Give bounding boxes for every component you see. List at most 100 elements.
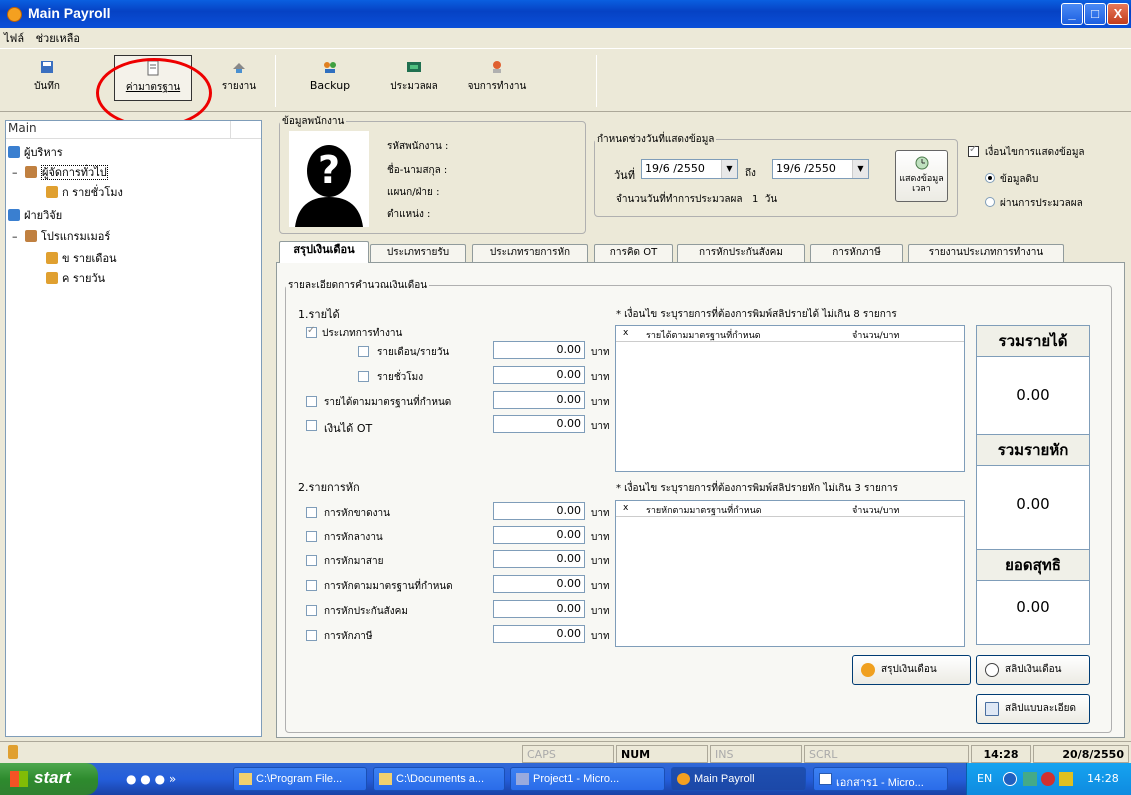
security-icon[interactable] — [1041, 772, 1055, 786]
save-button[interactable]: บันทึก — [22, 59, 72, 107]
save-icon — [41, 61, 53, 73]
ot-income-amount[interactable]: 0.00 — [493, 415, 585, 433]
social-amount[interactable]: 0.00 — [493, 600, 585, 618]
save-label: บันทึก — [34, 81, 60, 92]
total-income-header: รวมรายได้ — [976, 325, 1090, 357]
show-time-button[interactable]: แสดงข้อมูลเวลา — [895, 150, 948, 202]
tab-deduction-type[interactable]: ประเภทรายการหัก — [472, 244, 588, 262]
task-label: Project1 - Micro... — [533, 773, 620, 785]
ot-income-checkbox[interactable] — [306, 420, 317, 431]
network-icon[interactable] — [1023, 772, 1037, 786]
start-button[interactable]: start — [0, 763, 98, 795]
condition-checkbox[interactable] — [968, 144, 979, 157]
menu-file[interactable]: ไฟล์ — [0, 28, 28, 48]
group-icon — [8, 146, 20, 158]
to-date-combo[interactable]: 19/6 /2550 ▼ — [772, 159, 869, 179]
unit-label: บาท — [591, 347, 610, 358]
absent-checkbox[interactable] — [306, 507, 317, 518]
absent-amount[interactable]: 0.00 — [493, 502, 585, 520]
slip-button[interactable]: สลิปเงินเดือน — [976, 655, 1090, 685]
to-label: ถึง — [745, 168, 756, 179]
tree-item-monthly[interactable]: ข รายเดือน — [46, 249, 117, 265]
task-project1[interactable]: Project1 - Micro... — [510, 767, 665, 791]
minimize-button[interactable]: _ — [1061, 3, 1083, 25]
col-amount: จำนวน/บาท — [852, 331, 900, 341]
leave-amount[interactable]: 0.00 — [493, 526, 585, 544]
tree-item-research[interactable]: ฝ่ายวิจัย — [8, 206, 62, 222]
maximize-button[interactable]: □ — [1084, 3, 1106, 25]
tab-salary-summary[interactable]: สรุปเงินเดือน — [279, 241, 369, 263]
employee-id-label: รหัสพนักงาน : — [387, 141, 449, 152]
title-bar: Main Payroll _ □ X — [0, 0, 1131, 28]
work-type-checkbox[interactable] — [306, 325, 317, 338]
raw-data-radio[interactable] — [985, 173, 995, 183]
hourly-checkbox[interactable] — [358, 371, 369, 382]
collapse-icon[interactable]: – — [12, 230, 21, 243]
social-checkbox[interactable] — [306, 605, 317, 616]
tree-item-executive[interactable]: ผู้บริหาร — [8, 143, 63, 159]
num-indicator: NUM — [616, 745, 708, 763]
scrl-indicator: SCRL — [804, 745, 969, 763]
late-amount[interactable]: 0.00 — [493, 550, 585, 568]
tab-work-type-report[interactable]: รายงานประเภทการทำงาน — [908, 244, 1064, 262]
tray-arrow-icon[interactable] — [1003, 772, 1017, 786]
tab-ot[interactable]: การคิด OT — [594, 244, 673, 262]
slip-label: สลิปเงินเดือน — [1005, 664, 1062, 675]
late-checkbox[interactable] — [306, 555, 317, 566]
report-label: รายงาน — [221, 81, 257, 92]
monthly-daily-checkbox[interactable] — [358, 346, 369, 357]
monthly-daily-amount[interactable]: 0.00 — [493, 341, 585, 359]
document-icon — [985, 702, 999, 716]
status-date: 20/8/2550 — [1033, 745, 1129, 763]
tree-item-daily[interactable]: ค รายวัน — [46, 269, 105, 285]
from-date-value: 19/6 /2550 — [645, 162, 705, 175]
collapse-icon[interactable]: – — [12, 166, 21, 179]
standard-income-amount[interactable]: 0.00 — [493, 391, 585, 409]
processed-label: ผ่านการประมวลผล — [1000, 198, 1083, 209]
end-work-button[interactable]: จบการทำงาน — [462, 59, 532, 107]
tree-item-hourly[interactable]: ก รายชั่วโมง — [46, 183, 123, 199]
dropdown-arrow-icon[interactable]: ▼ — [852, 160, 868, 178]
menu-help[interactable]: ช่วยเหลือ — [32, 28, 84, 48]
system-tray: EN 14:28 — [966, 763, 1131, 795]
tax-amount[interactable]: 0.00 — [493, 625, 585, 643]
deduct-slip-grid[interactable]: x รายหักตามมาตรฐานที่กำหนด จำนวน/บาท — [615, 500, 965, 647]
quick-launch[interactable]: ● ● ● » — [126, 772, 176, 786]
process-button[interactable]: ประมวลผล — [384, 59, 444, 107]
tree-label: ผู้จัดการทั่วไป — [41, 165, 108, 180]
tab-tax[interactable]: การหักภาษี — [810, 244, 903, 262]
detail-slip-button[interactable]: สลิปแบบละเอียด — [976, 694, 1090, 724]
standard-deduct-checkbox[interactable] — [306, 580, 317, 591]
tree-item-general-manager[interactable]: – ผู้จัดการทั่วไป — [12, 163, 108, 180]
task-program-files[interactable]: C:\Program File... — [233, 767, 367, 791]
hourly-amount[interactable]: 0.00 — [493, 366, 585, 384]
language-indicator[interactable]: EN — [977, 772, 992, 785]
processed-radio[interactable] — [985, 197, 995, 207]
employee-photo: ? — [289, 131, 369, 227]
backup-button[interactable]: Backup — [300, 59, 360, 107]
task-main-payroll[interactable]: Main Payroll — [671, 767, 806, 791]
task-documents[interactable]: C:\Documents a... — [373, 767, 505, 791]
standard-income-checkbox[interactable] — [306, 396, 317, 407]
person-icon — [8, 745, 18, 759]
income-slip-grid[interactable]: x รายได้ตามมาตรฐานที่กำหนด จำนวน/บาท — [615, 325, 965, 472]
task-word-document[interactable]: เอกสาร1 - Micro... — [813, 767, 948, 791]
employee-tree[interactable]: Main ผู้บริหาร – ผู้จัดการทั่วไป ก รายชั่… — [5, 120, 262, 737]
tab-income-type[interactable]: ประเภทรายรับ — [370, 244, 466, 262]
leave-label: การหักลางาน — [324, 532, 383, 543]
summarize-button[interactable]: สรุปเงินเดือน — [852, 655, 971, 685]
standard-deduct-amount[interactable]: 0.00 — [493, 575, 585, 593]
person-icon — [46, 186, 58, 198]
tab-social-security[interactable]: การหักประกันสังคม — [677, 244, 805, 262]
report-button[interactable]: รายงาน — [214, 59, 264, 107]
leave-checkbox[interactable] — [306, 531, 317, 542]
close-button[interactable]: X — [1107, 3, 1129, 25]
from-date-combo[interactable]: 19/6 /2550 ▼ — [641, 159, 738, 179]
tree-item-programmer[interactable]: – โปรแกรมเมอร์ — [12, 227, 110, 243]
dropdown-arrow-icon[interactable]: ▼ — [721, 160, 737, 178]
late-label: การหักมาสาย — [324, 556, 384, 567]
col-x: x — [623, 503, 629, 513]
show-time-label: แสดงข้อมูลเวลา — [899, 174, 944, 194]
users-icon[interactable] — [1059, 772, 1073, 786]
tax-checkbox[interactable] — [306, 630, 317, 641]
